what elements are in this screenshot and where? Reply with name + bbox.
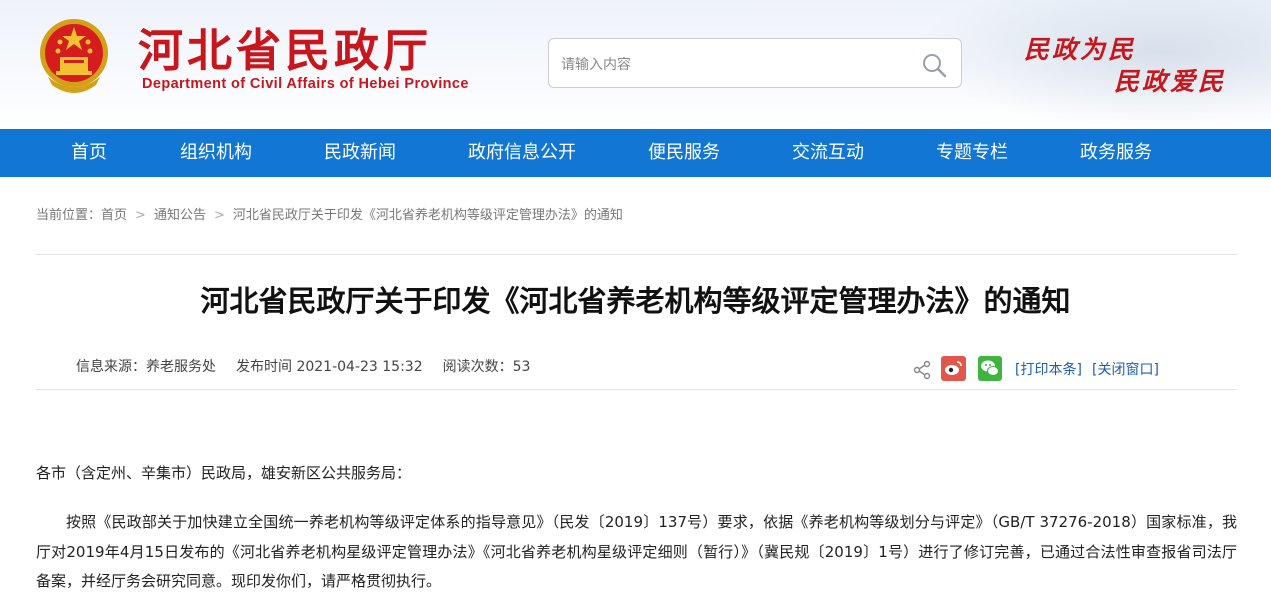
close-window-link[interactable]: [关闭窗口] [1092, 359, 1159, 379]
divider [36, 389, 1237, 390]
breadcrumb-notices[interactable]: 通知公告 [154, 208, 206, 223]
article-title: 河北省民政厅关于印发《河北省养老机构等级评定管理办法》的通知 [200, 284, 1071, 318]
breadcrumb-separator: > [135, 208, 146, 223]
breadcrumb-home[interactable]: 首页 [101, 208, 127, 223]
article-paragraph: 按照《民政部关于加快建立全国统一养老机构等级评定体系的指导意见》（民发〔2019… [36, 513, 1237, 590]
slogan-line-2: 民政爱民 [1114, 67, 1227, 96]
breadcrumb-separator: > [213, 208, 225, 223]
wechat-icon[interactable] [978, 356, 1002, 381]
article-views: 阅读次数：53 [442, 359, 531, 375]
main-nav: 首页 组织机构 民政新闻 政府信息公开 便民服务 交流互动 专题专栏 政务服务 [0, 129, 1271, 177]
nav-item-info-disclosure[interactable]: 政府信息公开 [468, 129, 576, 177]
search-icon[interactable] [921, 52, 947, 78]
nav-item-special-topics[interactable]: 专题专栏 [936, 129, 1008, 177]
article-source: 信息来源：养老服务处 [76, 359, 216, 375]
divider [36, 254, 1237, 255]
nav-item-interaction[interactable]: 交流互动 [792, 129, 864, 177]
share-icon[interactable] [912, 360, 932, 380]
nav-item-home[interactable]: 首页 [71, 129, 107, 177]
breadcrumb: 当前位置：首页 > 通知公告 > 河北省民政厅关于印发《河北省养老机构等级评定管理办法》… [36, 207, 623, 225]
site-header: 河北省民政厅 Department of Civil Affairs of He… [0, 0, 1271, 129]
article-meta: 信息来源：养老服务处 发布时间 2021-04-23 15:32 阅读次数：53 [76, 358, 550, 376]
site-title[interactable]: 河北省民政厅 [138, 26, 432, 76]
nav-item-news[interactable]: 民政新闻 [324, 129, 396, 177]
search-input[interactable] [559, 52, 923, 78]
article-salutation: 各市（含定州、辛集市）民政局，雄安新区公共服务局： [36, 464, 412, 482]
search-box [548, 38, 962, 88]
breadcrumb-current[interactable]: 河北省民政厅关于印发《河北省养老机构等级评定管理办法》的通知 [233, 208, 623, 223]
nav-item-public-services[interactable]: 便民服务 [648, 129, 720, 177]
print-link[interactable]: [打印本条] [1015, 359, 1082, 379]
site-subtitle: Department of Civil Affairs of Hebei Pro… [142, 76, 469, 92]
weibo-icon[interactable] [941, 356, 966, 381]
slogan-line-1: 民政为民 [1024, 35, 1137, 64]
nav-item-gov-services[interactable]: 政务服务 [1080, 129, 1152, 177]
breadcrumb-prefix: 当前位置： [36, 208, 102, 223]
article-published: 发布时间 2021-04-23 15:32 [236, 359, 423, 375]
national-emblem-icon[interactable] [38, 15, 110, 95]
nav-item-organization[interactable]: 组织机构 [180, 129, 252, 177]
